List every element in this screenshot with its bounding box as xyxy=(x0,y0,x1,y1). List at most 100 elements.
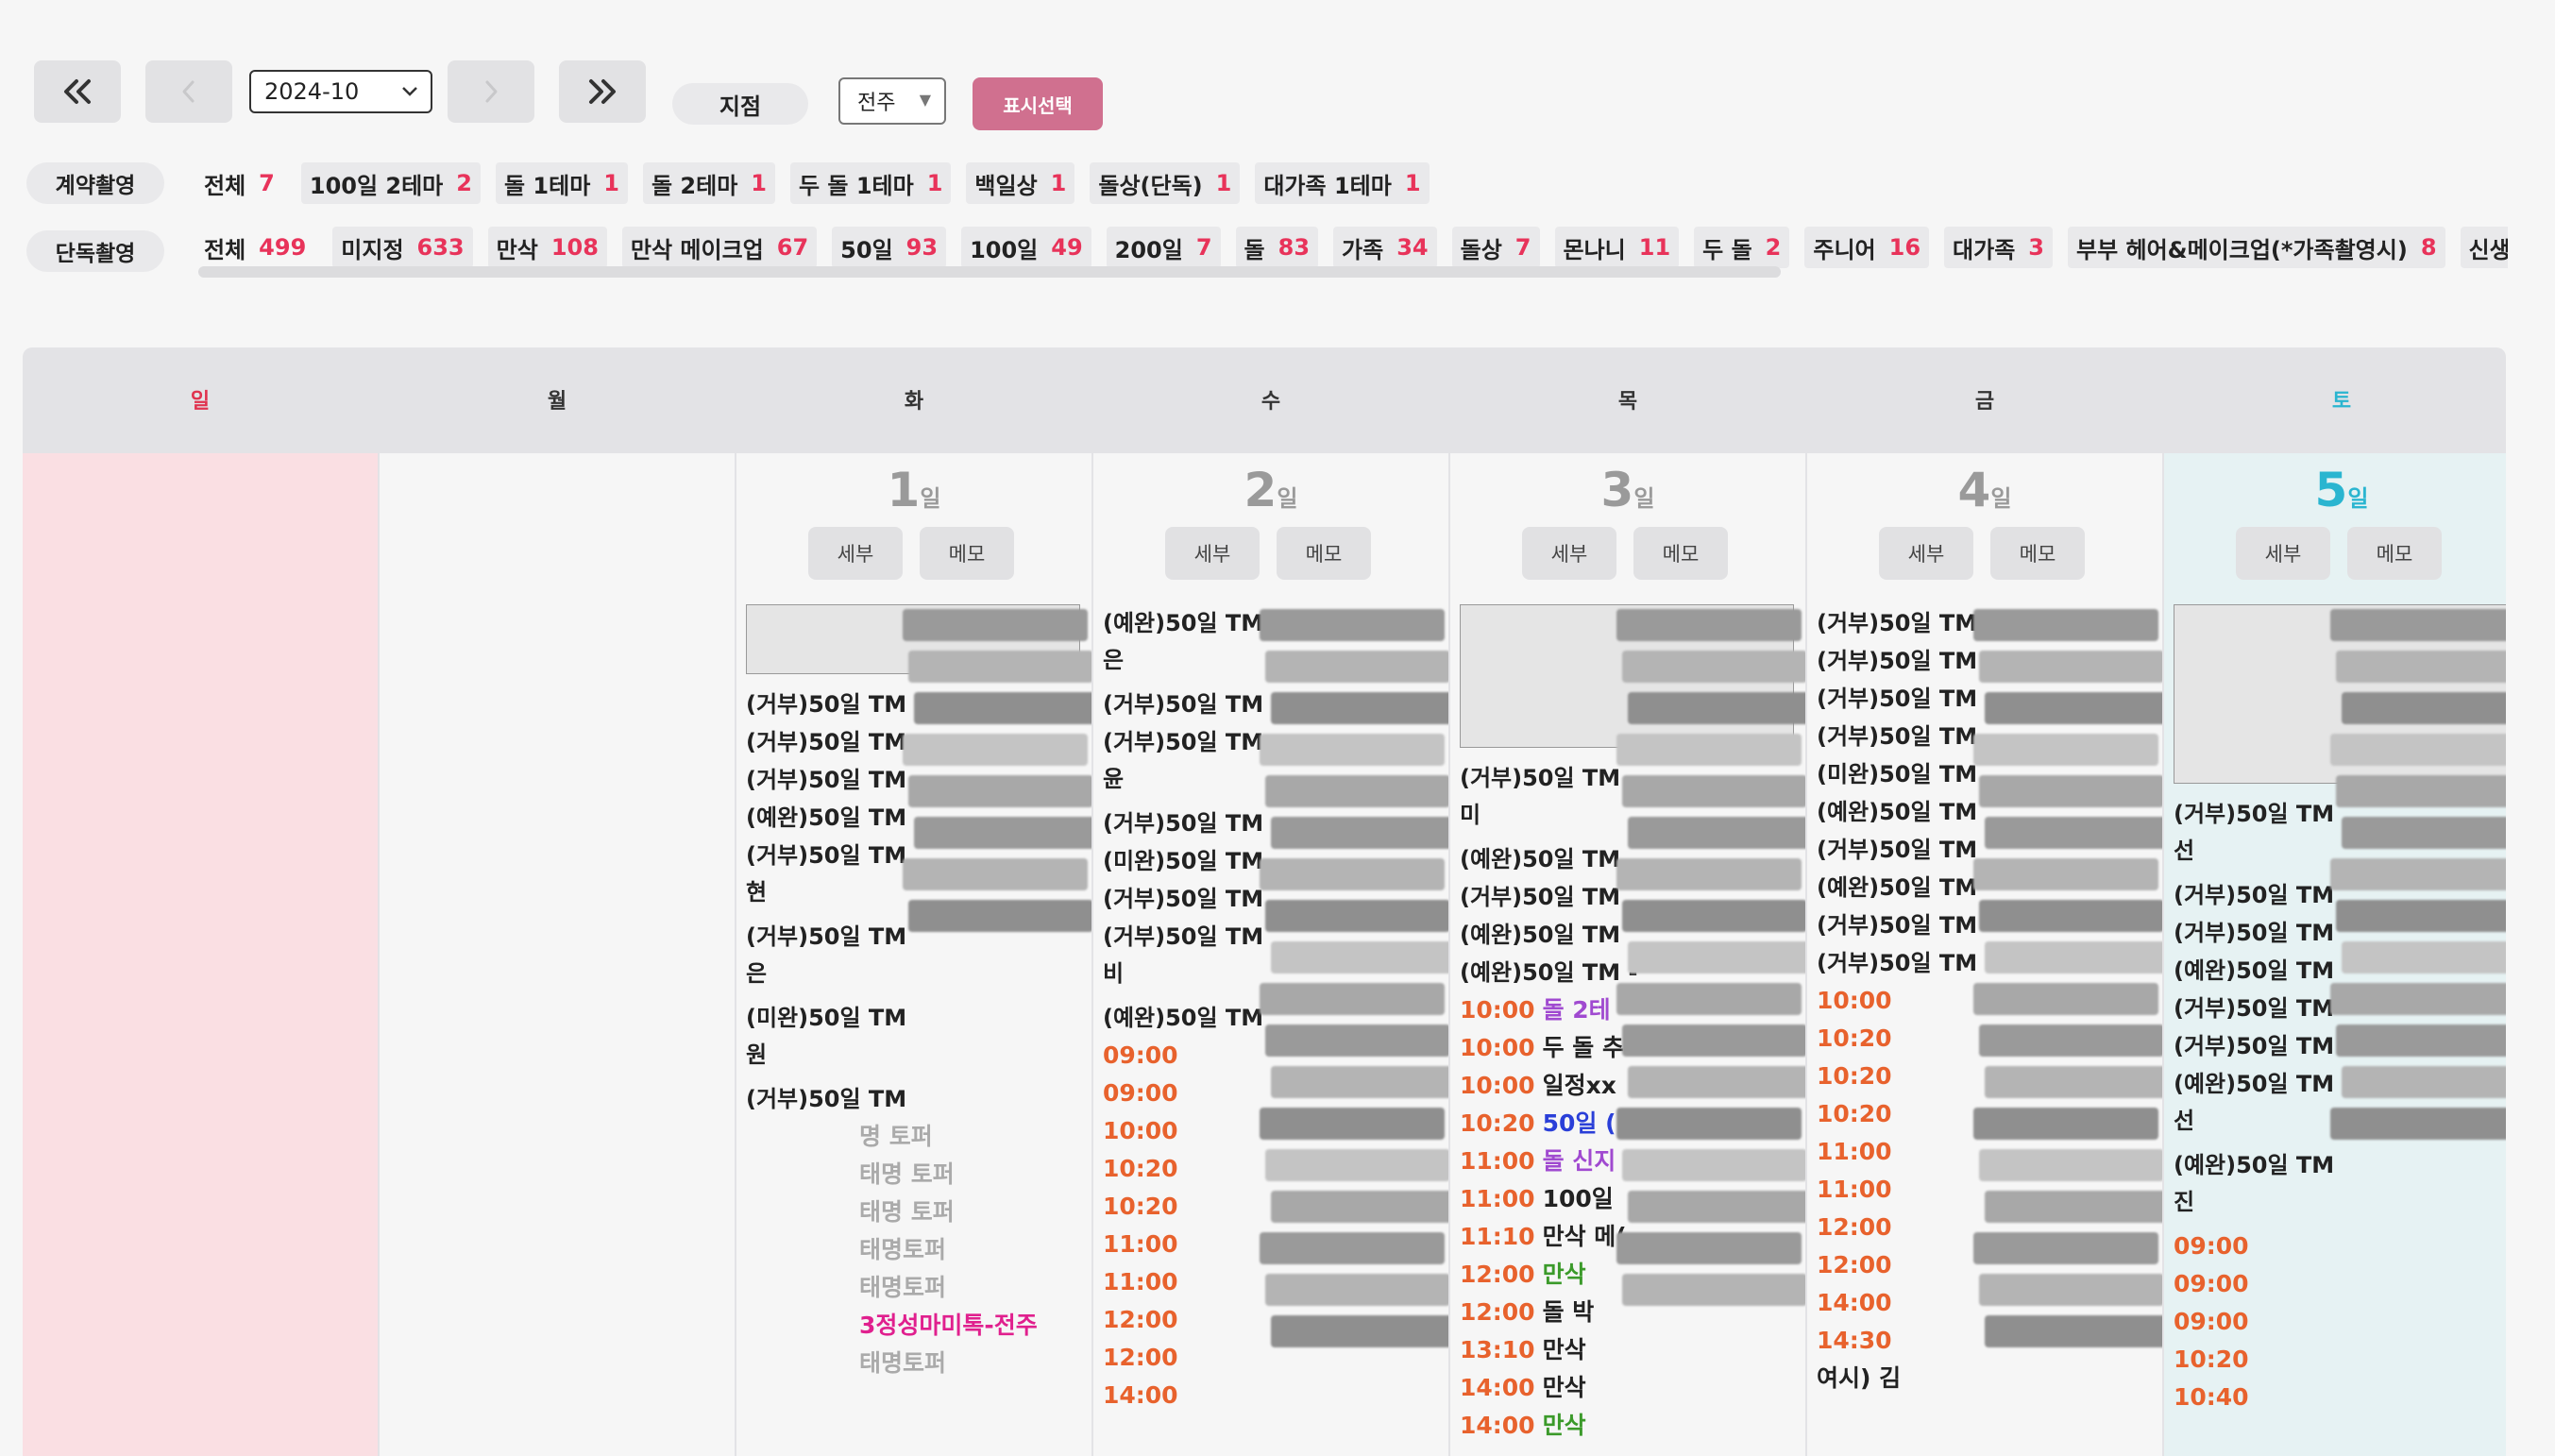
filter-chip[interactable]: 전체 499 xyxy=(193,227,317,268)
overflow-schedule[interactable]: 3정성마미톡-전주 xyxy=(746,1307,1091,1345)
timed-schedule[interactable]: 13:10 만삭 xyxy=(1460,1331,1805,1369)
last-page-button[interactable] xyxy=(559,60,646,123)
redacted-content xyxy=(1271,1191,1448,1223)
redacted-content xyxy=(1628,692,1805,724)
day-number-value: 5 xyxy=(2314,463,2348,517)
timed-schedule[interactable]: 14:00 만삭 xyxy=(1460,1407,1805,1445)
filter-chip[interactable]: 주니어 16 xyxy=(1804,227,1930,268)
next-month-button[interactable] xyxy=(448,60,534,123)
filter-chip[interactable]: 대가족 3 xyxy=(1944,227,2053,268)
memo-button[interactable]: 메모 xyxy=(920,527,1014,580)
detail-button[interactable]: 세부 xyxy=(2236,527,2330,580)
detail-button[interactable]: 세부 xyxy=(1522,527,1616,580)
detail-button[interactable]: 세부 xyxy=(1165,527,1260,580)
timed-schedule[interactable]: 10:40 xyxy=(2174,1379,2506,1416)
schedule-entry[interactable]: (예완)50일 TM 진 xyxy=(2174,1146,2506,1220)
memo-button[interactable]: 메모 xyxy=(1277,527,1371,580)
overflow-schedule[interactable]: 태명 토퍼 xyxy=(746,1156,1091,1194)
schedule-time: 14:00 xyxy=(1817,1289,1892,1316)
redacted-content xyxy=(2336,900,2506,932)
timed-schedule[interactable]: 10:20 xyxy=(2174,1341,2506,1379)
month-select[interactable]: 2024-10 xyxy=(249,70,432,113)
timed-schedule[interactable]: 14:00 만삭 xyxy=(1460,1369,1805,1407)
schedule-title: 돌 박 xyxy=(1542,1298,1595,1326)
region-select[interactable]: 전주 ▼ xyxy=(838,77,946,125)
filter-chip[interactable]: 두 돌 2 xyxy=(1694,227,1790,268)
filter-chip[interactable]: 200일 7 xyxy=(1106,227,1221,268)
filter-chip-label: 두 돌 1테마 xyxy=(798,172,914,199)
overflow-schedule[interactable]: 태명토퍼 xyxy=(746,1269,1091,1307)
redacted-content xyxy=(1973,609,2158,641)
prev-month-button[interactable] xyxy=(145,60,232,123)
schedule-entry-label: (거부)50일 TM xyxy=(1817,610,1978,636)
detail-button[interactable]: 세부 xyxy=(808,527,903,580)
schedule-time: 10:00 xyxy=(1460,996,1535,1024)
filter-chip[interactable]: 돌 1테마 1 xyxy=(495,162,628,204)
redacted-content xyxy=(1985,692,2162,724)
schedule-entry[interactable]: (미완)50일 TM 원 xyxy=(746,999,1091,1073)
filter-chip[interactable]: 몬나니 11 xyxy=(1554,227,1680,268)
filter-chip[interactable]: 돌 83 xyxy=(1235,227,1319,268)
first-page-button[interactable] xyxy=(34,60,121,123)
overflow-schedule[interactable]: 태명토퍼 xyxy=(746,1345,1091,1382)
redacted-content xyxy=(914,692,1091,724)
day-column: 1일 세부 메모 (거부)50일 TM (거부)50일 TM (거부)50일 TM (예완)… xyxy=(736,453,1091,1456)
filter-chip-label: 돌 2테마 xyxy=(651,172,738,199)
schedule-time: 12:00 xyxy=(1817,1213,1892,1241)
schedule-entry-label: (거부)50일 TM xyxy=(1103,810,1264,837)
filter-chip[interactable]: 돌상 7 xyxy=(1451,227,1540,268)
redacted-content xyxy=(1622,1024,1805,1057)
filter-chip-count: 7 xyxy=(259,170,275,196)
caret-down-icon: ▼ xyxy=(919,91,931,109)
memo-button[interactable]: 메모 xyxy=(2347,527,2442,580)
schedule-time: 09:00 xyxy=(2174,1308,2249,1335)
filter-chip[interactable]: 미지정 633 xyxy=(332,227,473,268)
schedule-entry-label: (거부)50일 TM xyxy=(1817,648,1978,674)
timed-schedule[interactable]: 09:00 xyxy=(2174,1265,2506,1303)
detail-button[interactable]: 세부 xyxy=(1879,527,1973,580)
filter-chip[interactable]: 100일 49 xyxy=(961,227,1091,268)
filter-chip[interactable]: 100일 2테마 2 xyxy=(300,162,481,204)
filter-chip[interactable]: 돌 2테마 1 xyxy=(642,162,775,204)
redacted-content xyxy=(1973,1108,2158,1140)
timed-schedule[interactable]: 09:00 xyxy=(2174,1303,2506,1341)
overflow-schedule[interactable]: 태명토퍼 xyxy=(746,1231,1091,1269)
filter-chip[interactable]: 대가족 1테마 1 xyxy=(1255,162,1430,204)
filter-chip[interactable]: 전체 7 xyxy=(193,162,286,204)
filter-chip[interactable]: 가족 34 xyxy=(1333,227,1437,268)
filter-chip[interactable]: 돌상(단독) 1 xyxy=(1090,162,1241,204)
filter-chip[interactable]: 신생아5 xyxy=(2460,227,2508,268)
filter-chip[interactable]: 만삭 108 xyxy=(487,227,607,268)
timed-schedule[interactable]: 14:00 xyxy=(1103,1377,1448,1414)
filter-chip[interactable]: 만삭 메이크업 67 xyxy=(621,227,818,268)
schedule-entry[interactable]: (거부)50일 TM xyxy=(746,1080,1091,1118)
schedule-entry-label: (거부)50일 TM xyxy=(2174,1033,2335,1059)
filter-chip-count: 1 xyxy=(926,170,943,196)
redacted-content xyxy=(1265,1149,1448,1181)
filter-chip[interactable]: 부부 헤어&메이크업(*가족촬영시) 8 xyxy=(2067,227,2445,268)
filter-chip-label: 신생아 xyxy=(2468,236,2508,263)
filter-chip-label: 돌상 xyxy=(1460,236,1502,263)
overflow-schedule[interactable]: 태명 토퍼 xyxy=(746,1194,1091,1231)
timed-schedule[interactable]: 09:00 xyxy=(2174,1227,2506,1265)
schedule-entry-label: (거부)50일 TM xyxy=(1817,837,1978,863)
redacted-content xyxy=(1985,1066,2162,1098)
schedule-time: 12:00 xyxy=(1103,1344,1178,1371)
filter-chip[interactable]: 50일 93 xyxy=(832,227,947,268)
memo-button[interactable]: 메모 xyxy=(1990,527,2085,580)
display-select-button[interactable]: 표시선택 xyxy=(973,77,1103,130)
redacted-content xyxy=(914,817,1091,849)
filter-chip[interactable]: 백일상 1 xyxy=(966,162,1075,204)
schedule-entry-label: (거부)50일 TM xyxy=(746,691,907,718)
filter-chip-count: 1 xyxy=(1050,170,1067,196)
schedule-entry-label: (거부)50일 TM xyxy=(746,842,907,869)
overflow-schedule[interactable]: 명 토퍼 xyxy=(746,1118,1091,1156)
filter-chip[interactable]: 두 돌 1테마 1 xyxy=(789,162,952,204)
memo-button[interactable]: 메모 xyxy=(1633,527,1728,580)
filter-chip-count: 2 xyxy=(456,170,472,196)
horizontal-scrollbar[interactable] xyxy=(198,266,1781,278)
redacted-content xyxy=(1622,1149,1805,1181)
day-number: 3일 xyxy=(1450,463,1805,517)
redacted-content xyxy=(1979,1149,2162,1181)
weekday-header: 토 xyxy=(2331,390,2352,414)
